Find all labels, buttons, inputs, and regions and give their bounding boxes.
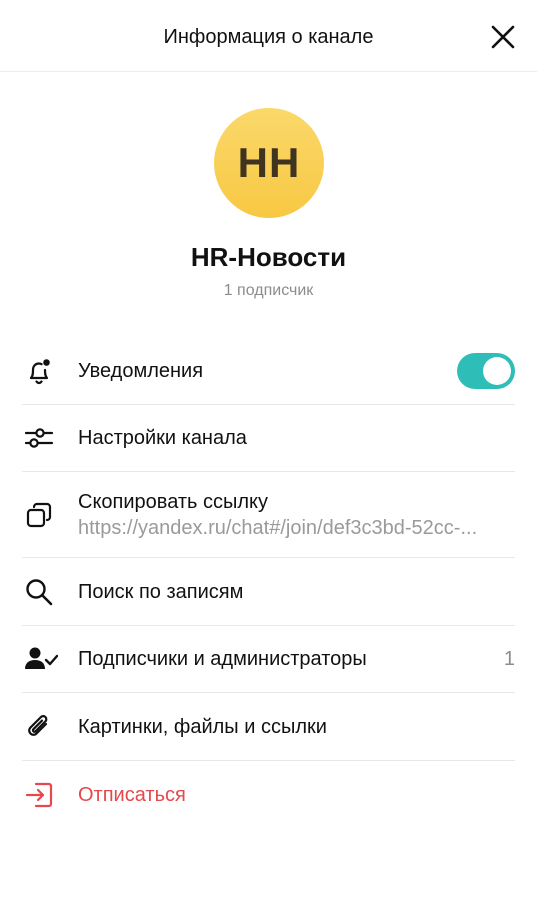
panel-title: Информация о канале <box>163 26 374 48</box>
panel-header: Информация о канале <box>0 0 537 72</box>
paperclip-icon <box>22 712 78 742</box>
search-posts-row[interactable]: Поиск по записям <box>22 558 515 626</box>
exit-icon <box>22 780 78 810</box>
channel-settings-row[interactable]: Настройки канала <box>22 405 515 472</box>
members-label: Подписчики и администраторы <box>78 648 367 670</box>
search-posts-label: Поиск по записям <box>78 580 244 603</box>
members-row[interactable]: Подписчики и администраторы 1 <box>22 626 515 693</box>
channel-avatar: HH <box>214 108 324 218</box>
notifications-label: Уведомления <box>78 360 204 382</box>
notifications-toggle[interactable] <box>457 353 515 389</box>
notifications-row[interactable]: Уведомления <box>22 338 515 405</box>
members-count: 1 <box>503 647 515 670</box>
channel-link-url: https://yandex.ru/chat#/join/def3c3bd-52… <box>78 516 478 539</box>
channel-menu: Уведомления Настройки канала Скопировать… <box>22 338 515 829</box>
unsubscribe-row[interactable]: Отписаться <box>22 761 515 829</box>
user-check-icon <box>22 644 78 674</box>
channel-name: HR-Новости <box>190 242 347 272</box>
bell-icon <box>22 356 78 386</box>
copy-link-row[interactable]: Скопировать ссылку https://yandex.ru/cha… <box>22 472 515 558</box>
copy-link-label: Скопировать ссылку <box>78 490 269 513</box>
toggle-knob <box>483 357 511 385</box>
search-icon <box>22 577 78 607</box>
media-row[interactable]: Картинки, файлы и ссылки <box>22 693 515 761</box>
close-icon[interactable] <box>490 24 516 50</box>
avatar-initials: HH <box>237 139 301 186</box>
unsubscribe-label: Отписаться <box>78 784 186 806</box>
sliders-icon <box>22 423 78 453</box>
close-button[interactable] <box>486 20 520 54</box>
subscriber-count: 1 подписчик <box>223 282 314 299</box>
channel-settings-label: Настройки канала <box>78 427 247 449</box>
copy-icon <box>22 500 78 530</box>
media-label: Картинки, файлы и ссылки <box>78 715 327 738</box>
